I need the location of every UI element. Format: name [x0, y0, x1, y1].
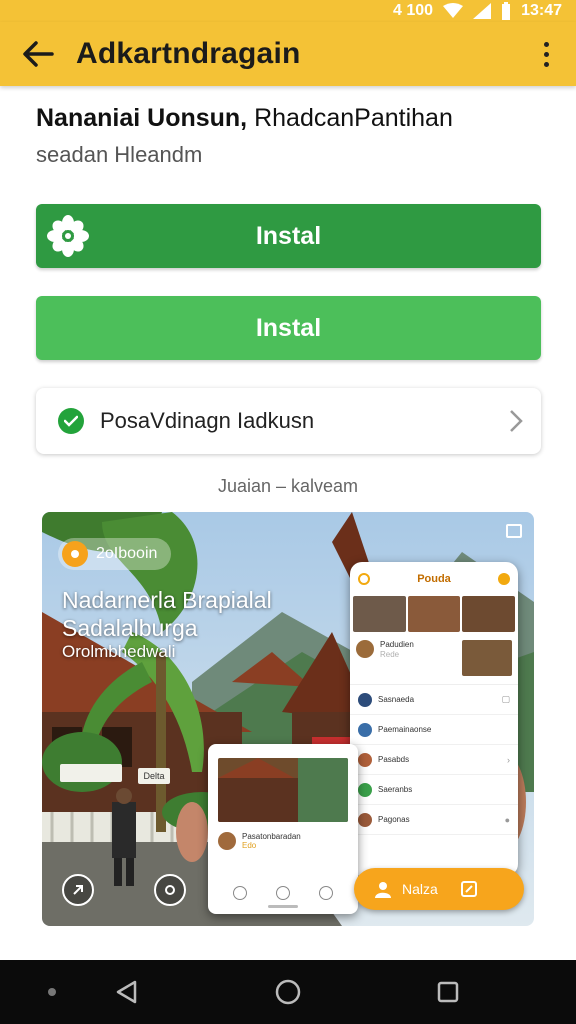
app-bar: Adkartndragain	[0, 22, 576, 86]
hero-sign-small: Delta	[138, 768, 170, 784]
phone-row-label: Pasabds	[378, 755, 410, 764]
phone-thumbnails	[350, 596, 518, 632]
cell-signal-icon	[473, 3, 492, 19]
install-button-secondary[interactable]: Instal	[36, 296, 541, 360]
verified-label: PosaVdinagn Iadkusn	[100, 408, 315, 433]
chevron-right-icon	[510, 410, 523, 432]
small-phone-avatar	[218, 832, 236, 850]
phone-row: Pasabds ›	[350, 745, 518, 775]
small-phone-image	[218, 758, 348, 822]
small-phone-mockup: Pasatonbaradan Edo	[208, 744, 358, 914]
install-label-secondary: Instal	[255, 313, 322, 342]
clock: 13:47	[521, 2, 562, 19]
phone-row: Sasnaeda ▢	[350, 685, 518, 715]
thumbnail-1	[353, 596, 406, 632]
row-icon	[358, 722, 372, 737]
hero-chip-label: 2oIbooin	[96, 545, 158, 562]
phone-row: Paemainaonse	[350, 715, 518, 745]
phone-feature-item: Padudien Rede	[350, 632, 518, 685]
hero-title: Nadarnerla Brapialal Sadalalburga	[62, 586, 272, 642]
thumbnail-3	[462, 596, 516, 632]
hero-sign-left	[60, 764, 122, 782]
nav-home-icon	[275, 886, 290, 900]
phone-header: Pouda	[350, 562, 518, 596]
phone-feature-image	[462, 640, 512, 676]
small-phone-nav	[208, 886, 358, 900]
row-icon	[358, 782, 372, 797]
hero-left-action-icon[interactable]	[62, 874, 94, 906]
phone-row: Pagonas ●	[350, 805, 518, 835]
phone-feature-sub: Rede	[380, 650, 400, 659]
square-recents-icon	[437, 981, 459, 1003]
row-icon	[358, 812, 372, 827]
row-end-icon: ▢	[501, 694, 510, 704]
signal-label: 4 100	[393, 2, 434, 19]
phone-title: Pouda	[417, 573, 451, 585]
app-title: Adkartndragain	[76, 37, 301, 70]
verified-list-item[interactable]: PosaVdinagn Iadkusn	[36, 388, 541, 454]
phone-feature-title: Padudien	[380, 640, 414, 649]
nav-dot-icon	[40, 960, 64, 1024]
status-icons: 4 100 13:47	[393, 0, 562, 22]
check-circle-icon	[58, 408, 84, 434]
home-indicator	[268, 905, 298, 908]
install-button-primary[interactable]: Instal	[36, 204, 541, 268]
small-phone-row-sub: Edo	[242, 841, 257, 850]
phone-row-label: Pagonas	[378, 815, 410, 824]
row-icon	[358, 692, 372, 707]
nav-search-icon	[232, 886, 247, 900]
small-phone-row-label: Pasatonbaradan	[242, 832, 301, 841]
row-end-icon: ●	[504, 814, 510, 825]
page-subheading: seadan Hleandm	[36, 142, 203, 167]
phone-row: Saeranbs	[350, 775, 518, 805]
phone-row-label: Saeranbs	[378, 785, 413, 794]
heading-regular: RhadcanPantihan	[247, 104, 453, 132]
row-icon	[358, 752, 372, 767]
edit-icon	[460, 881, 477, 897]
hero-banner[interactable]: 2oIbooin Nadarnerla Brapialal Sadalalbur…	[42, 512, 534, 926]
expand-icon[interactable]	[506, 524, 522, 538]
section-caption: Juaian – kalveam	[217, 476, 359, 496]
battery-icon	[502, 2, 511, 20]
hero-camera-icon[interactable]	[154, 874, 186, 906]
nav-profile-icon	[319, 886, 334, 900]
sun-logo-icon	[62, 541, 88, 567]
fab-label: Nalza	[402, 881, 438, 897]
phone-avatar	[356, 640, 374, 658]
back-button[interactable]	[0, 22, 76, 86]
phone-row-label: Sasnaeda	[378, 695, 415, 704]
nav-home-button[interactable]	[268, 960, 308, 1024]
hero-chip: 2oIbooin	[58, 538, 172, 570]
phone-search-icon	[498, 573, 510, 585]
install-label-primary: Instal	[255, 221, 322, 250]
system-nav-bar	[0, 960, 576, 1024]
wifi-icon	[443, 3, 464, 18]
nav-recents-button[interactable]	[428, 960, 468, 1024]
person-icon	[375, 882, 391, 898]
hero-title-line2: Sadalalburga	[62, 615, 198, 641]
triangle-back-icon	[116, 980, 137, 1004]
status-bar: 4 100 13:47	[0, 0, 576, 22]
phone-mockup: Pouda Padudien Rede Sasnaeda ▢ Paemainaon…	[350, 562, 518, 876]
hero-subtitle: Orolmbhedwali	[62, 642, 176, 661]
page-heading: Nananiai Uonsun, RhadcanPantihan	[36, 104, 453, 133]
heading-bold: Nananiai Uonsun,	[36, 104, 248, 132]
small-phone-row: Pasatonbaradan Edo	[208, 822, 358, 860]
phone-logo-icon	[358, 573, 370, 585]
flower-logo-icon	[47, 215, 89, 257]
more-options-icon[interactable]	[530, 38, 562, 70]
nav-back-button[interactable]	[106, 960, 146, 1024]
hero-fab-button[interactable]: Nalza	[354, 868, 524, 910]
arrow-back-icon	[23, 41, 54, 67]
phone-row-label: Paemainaonse	[378, 725, 432, 734]
thumbnail-2	[407, 596, 461, 632]
hero-title-line1: Nadarnerla Brapialal	[62, 587, 272, 613]
row-chevron-icon: ›	[507, 754, 510, 765]
circle-home-icon	[275, 979, 301, 1005]
